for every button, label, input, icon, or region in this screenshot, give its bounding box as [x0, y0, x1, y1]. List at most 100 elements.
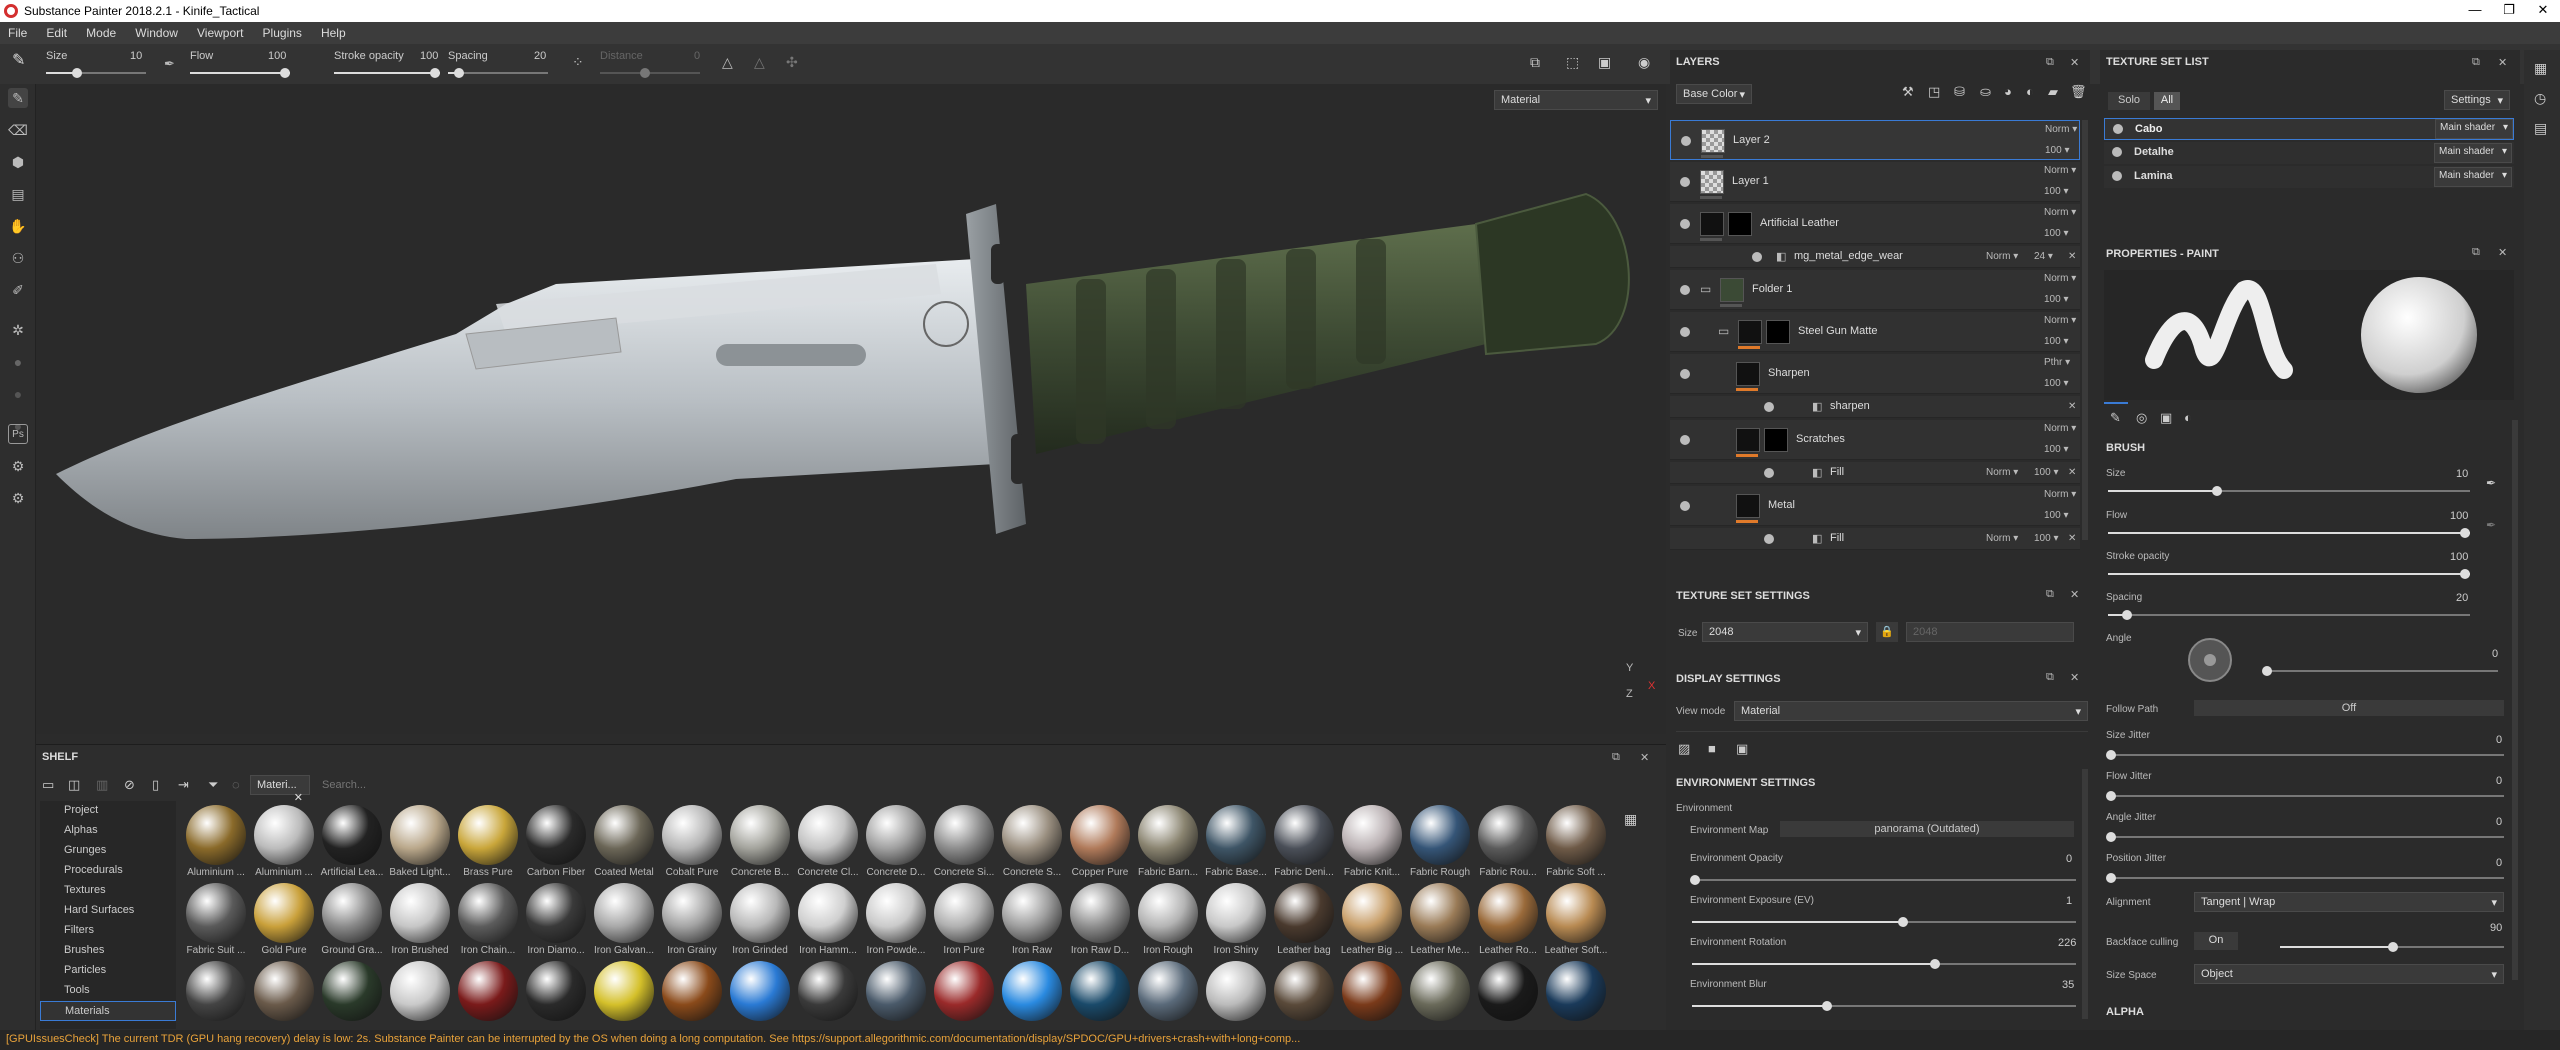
- filter-reset-icon[interactable]: ◌: [232, 777, 240, 792]
- prop-angle-slider[interactable]: [2262, 666, 2498, 676]
- trash-icon[interactable]: ▯: [152, 777, 159, 793]
- category-alphas[interactable]: Alphas: [40, 821, 176, 841]
- material-tab-icon[interactable]: ◐: [2184, 410, 2192, 425]
- camera-tab-icon[interactable]: ■: [1708, 741, 1716, 756]
- visibility-eye-icon[interactable]: [1680, 435, 1690, 445]
- visibility-eye-icon[interactable]: [1764, 468, 1774, 478]
- channel-select[interactable]: Base Color ▾: [1676, 84, 1752, 104]
- folder-icon[interactable]: ▭: [1700, 282, 1711, 296]
- material-swatch[interactable]: [934, 805, 994, 865]
- alpha-tab-icon[interactable]: ◎: [2136, 410, 2147, 426]
- add-generator-icon[interactable]: ◕: [2004, 84, 2012, 99]
- menu-help[interactable]: Help: [313, 22, 354, 44]
- toolbar-stroke-slider[interactable]: [334, 68, 440, 78]
- projection-tool-icon[interactable]: ⬢: [8, 152, 28, 172]
- smudge-tool-icon[interactable]: ✋: [8, 216, 28, 236]
- clone-tool-icon[interactable]: ⚇: [8, 248, 28, 268]
- shelf-close-icon[interactable]: ✕: [1640, 751, 1649, 764]
- layer-row[interactable]: Artificial Leather Norm ▾ 100 ▾: [1670, 204, 2080, 244]
- delete-layer-icon[interactable]: 🗑: [2070, 84, 2087, 100]
- screenshot-icon[interactable]: ◉: [1638, 54, 1650, 71]
- material-swatch[interactable]: [1138, 883, 1198, 943]
- material-swatch[interactable]: [1002, 805, 1062, 865]
- material-swatch[interactable]: [322, 805, 382, 865]
- settings-gear-icon[interactable]: ✲: [8, 320, 28, 340]
- brush-tab-icon[interactable]: ✎: [2110, 410, 2121, 426]
- flow-jitter-slider[interactable]: [2106, 791, 2504, 801]
- menu-file[interactable]: File: [0, 22, 35, 44]
- layer-row[interactable]: Metal Norm ▾ 100 ▾: [1670, 486, 2080, 526]
- folder-icon[interactable]: ▭: [1718, 324, 1729, 338]
- texture-set-detalhe[interactable]: Detalhe Main shader ▾: [2104, 142, 2514, 164]
- history-icon[interactable]: ◷: [2534, 90, 2546, 107]
- material-swatch[interactable]: [1274, 961, 1334, 1021]
- visibility-eye-icon[interactable]: [1680, 177, 1690, 187]
- material-swatch[interactable]: [1478, 961, 1538, 1021]
- shelf-search-input[interactable]: [318, 775, 1652, 795]
- maximize-button[interactable]: ❐: [2494, 2, 2524, 20]
- visibility-eye-icon[interactable]: [1764, 534, 1774, 544]
- visibility-eye-icon[interactable]: [2112, 147, 2122, 157]
- material-swatch[interactable]: [186, 883, 246, 943]
- category-tools[interactable]: Tools: [40, 981, 176, 1001]
- layer-opacity-select[interactable]: 100 ▾: [2044, 186, 2068, 197]
- toolbar-distance-slider[interactable]: [600, 68, 700, 78]
- material-swatch[interactable]: [662, 805, 722, 865]
- layers-close-icon[interactable]: ✕: [2070, 56, 2079, 69]
- symmetry-axis-icon[interactable]: ✣: [786, 54, 798, 71]
- material-swatch[interactable]: [594, 805, 654, 865]
- blend-mode-select[interactable]: Norm ▾: [1986, 467, 2018, 478]
- material-swatch[interactable]: [254, 883, 314, 943]
- material-swatch[interactable]: [1410, 961, 1470, 1021]
- material-swatch[interactable]: [594, 883, 654, 943]
- layer-opacity-select[interactable]: 100 ▾: [2044, 378, 2068, 389]
- size-lock-icon[interactable]: 🔒: [1876, 622, 1898, 642]
- material-swatch[interactable]: [1206, 805, 1266, 865]
- filter-tag[interactable]: Materi... ✕: [250, 775, 310, 804]
- material-swatch[interactable]: [1002, 883, 1062, 943]
- knife-model[interactable]: [36, 84, 1666, 734]
- menu-viewport[interactable]: Viewport: [189, 22, 251, 44]
- material-swatch[interactable]: [1342, 883, 1402, 943]
- material-swatch[interactable]: [1274, 883, 1334, 943]
- angle-dial[interactable]: [2188, 638, 2232, 682]
- grid-view-icon[interactable]: ▦: [1624, 811, 1637, 828]
- material-swatch[interactable]: [798, 961, 858, 1021]
- shelf-undock-icon[interactable]: ⧉: [1612, 751, 1620, 764]
- material-swatch[interactable]: [866, 805, 926, 865]
- pen-pressure-icon[interactable]: ✒: [2486, 518, 2496, 532]
- layer-opacity-select[interactable]: 100 ▾: [2045, 145, 2069, 156]
- tss-undock-icon[interactable]: ⧉: [2046, 588, 2054, 601]
- visibility-eye-icon[interactable]: [1680, 285, 1690, 295]
- shader-select[interactable]: Main shader ▾: [2434, 167, 2512, 187]
- folder-icon[interactable]: ▭: [42, 777, 54, 793]
- material-swatch[interactable]: [390, 883, 450, 943]
- material-swatch[interactable]: [1070, 805, 1130, 865]
- tss-close-icon[interactable]: ✕: [2070, 588, 2079, 601]
- material-swatch[interactable]: [526, 961, 586, 1021]
- material-swatch[interactable]: [798, 805, 858, 865]
- toolbar-spacing-slider[interactable]: [448, 68, 548, 78]
- material-swatch[interactable]: [1138, 805, 1198, 865]
- layer-opacity-select[interactable]: 100 ▾: [2034, 467, 2058, 478]
- prop-spacing-slider[interactable]: [2108, 610, 2470, 620]
- menu-plugins[interactable]: Plugins: [255, 22, 310, 44]
- material-swatch[interactable]: [390, 961, 450, 1021]
- material-swatch[interactable]: [1410, 883, 1470, 943]
- toolbar-flow-slider[interactable]: [190, 68, 290, 78]
- material-swatch[interactable]: [730, 883, 790, 943]
- blend-mode-select[interactable]: Norm ▾: [2044, 165, 2076, 176]
- add-folder-icon[interactable]: ▰: [2048, 84, 2058, 100]
- material-swatch[interactable]: [254, 961, 314, 1021]
- layer-opacity-select[interactable]: 100 ▾: [2044, 294, 2068, 305]
- material-swatch[interactable]: [798, 883, 858, 943]
- blend-mode-select[interactable]: Pthr ▾: [2044, 357, 2070, 368]
- visibility-eye-icon[interactable]: [2113, 124, 2123, 134]
- log-icon[interactable]: ▤: [2534, 120, 2547, 137]
- material-swatch[interactable]: [1070, 883, 1130, 943]
- material-swatch[interactable]: [186, 805, 246, 865]
- pen-pressure-icon[interactable]: ✒: [164, 56, 175, 72]
- layers-undock-icon[interactable]: ⧉: [2046, 56, 2054, 69]
- tsl-close-icon[interactable]: ✕: [2498, 56, 2507, 69]
- material-swatch[interactable]: [526, 883, 586, 943]
